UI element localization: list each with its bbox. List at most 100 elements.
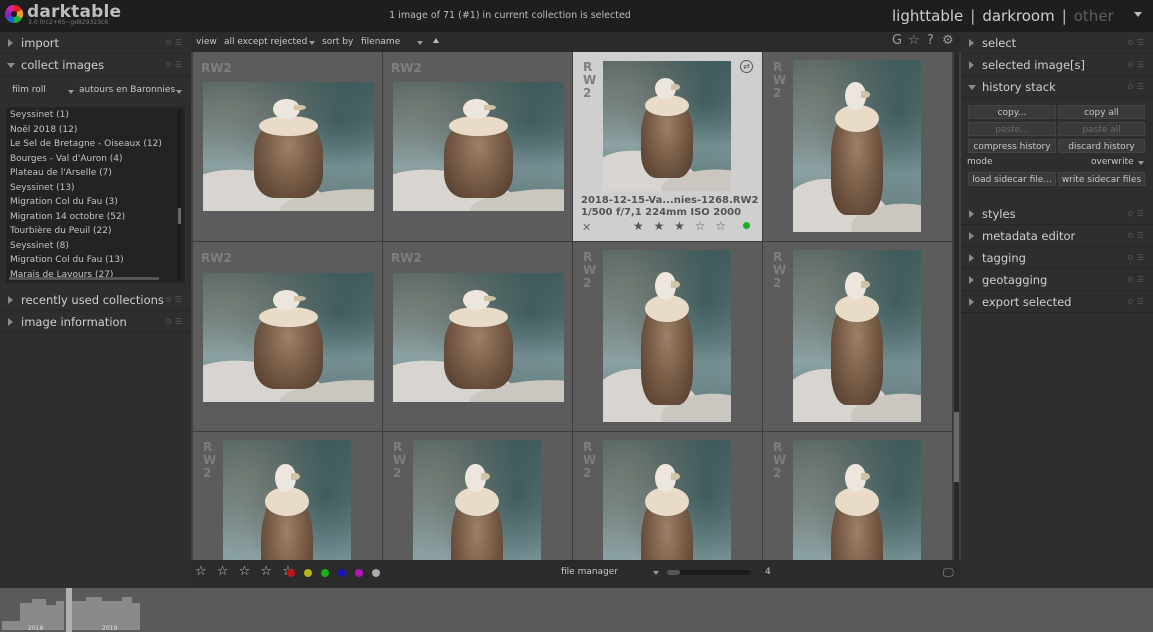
grouping-icon[interactable]: G (892, 33, 902, 48)
compress-history-button[interactable]: compress history (968, 139, 1056, 153)
module-presets-icon[interactable]: ⊙☰ (1127, 253, 1147, 262)
reject-icon[interactable]: ✕ (582, 221, 591, 234)
module-collect-images[interactable]: collect images ⊙☰ (0, 54, 191, 76)
view-separator: | (1061, 7, 1067, 25)
module-presets-icon[interactable]: ⊙☰ (1127, 275, 1147, 284)
grid-scrollbar-thumb[interactable] (954, 412, 959, 482)
thumbnail[interactable]: RW2 (193, 432, 382, 560)
list-scrollbar-thumb[interactable] (178, 208, 181, 224)
zoom-slider[interactable] (667, 570, 751, 575)
list-item[interactable]: Seyssinet (1) (7, 108, 184, 123)
preferences-gear-icon[interactable]: ⚙ (942, 33, 954, 48)
list-item[interactable]: Le Sel de Bretagne - Oiseaux (12) (7, 137, 184, 152)
module-presets-icon[interactable]: ⊙☰ (165, 317, 185, 326)
sort-combo[interactable]: filename (361, 37, 400, 47)
module-export-selected[interactable]: export selected ⊙☰ (961, 291, 1153, 313)
list-item[interactable]: Plateau de l'Arselle (7) (7, 166, 184, 181)
thumbnail-image (203, 273, 374, 402)
rating-filter-combo[interactable]: all except rejected (224, 37, 307, 47)
sort-order-arrow-icon[interactable] (433, 38, 439, 43)
list-item[interactable]: Bourges - Val d'Auron (4) (7, 152, 184, 167)
thumbnail[interactable]: RW2 (383, 242, 572, 431)
thumbnail[interactable]: RW2 (383, 432, 572, 560)
view-menu-arrow-icon[interactable] (1134, 12, 1142, 17)
module-presets-icon[interactable]: ⊙☰ (1127, 60, 1147, 69)
list-item[interactable]: Tourbière du Peuil (22) (7, 224, 184, 239)
module-import[interactable]: import ⊙☰ (0, 32, 191, 54)
thumbnail[interactable]: RW2 (763, 432, 952, 560)
expand-arrow-icon (969, 210, 974, 218)
list-item[interactable]: Noël 2018 (12) (7, 123, 184, 138)
module-presets-icon[interactable]: ⊙☰ (1127, 209, 1147, 218)
thumbnail[interactable]: RW2 (763, 242, 952, 431)
thumbnail-rating-stars[interactable]: ★ ★ ★ ☆ ☆ (633, 219, 729, 233)
mode-combo[interactable]: overwrite (1091, 157, 1134, 167)
view-darkroom[interactable]: darkroom (982, 7, 1054, 25)
module-selected-images[interactable]: selected image[s] ⊙☰ (961, 54, 1153, 76)
color-label-yellow[interactable] (304, 569, 312, 577)
display-profile-icon[interactable]: 🖵 (943, 566, 954, 580)
module-presets-icon[interactable]: ⊙☰ (165, 60, 185, 69)
view-lighttable[interactable]: lighttable (892, 7, 963, 25)
write-sidecar-button[interactable]: write sidecar files (1058, 172, 1145, 186)
module-presets-icon[interactable]: ⊙☰ (1127, 38, 1147, 47)
module-select[interactable]: select ⊙☰ (961, 32, 1153, 54)
module-geotagging[interactable]: geotagging ⊙☰ (961, 269, 1153, 291)
file-extension-label: RW2 (773, 60, 787, 100)
collection-rule-entry[interactable]: autours en Baronnies (79, 85, 185, 101)
color-label-red[interactable] (287, 569, 295, 577)
timeline[interactable]: 2018 2019 (0, 588, 1153, 632)
layout-combo[interactable]: file manager (561, 567, 618, 577)
rating-stars[interactable]: ☆ ☆ ☆ ☆ ☆ (195, 564, 297, 579)
module-presets-icon[interactable]: ⊙☰ (165, 38, 185, 47)
thumbnail[interactable]: RW2 (383, 52, 572, 241)
mode-label: mode (967, 157, 993, 167)
altered-icon[interactable]: ⇄ (740, 60, 753, 73)
view-other[interactable]: other (1074, 7, 1114, 25)
module-image-information[interactable]: image information ⊙☰ (0, 311, 191, 333)
copy-all-button[interactable]: copy all (1058, 105, 1145, 119)
expand-arrow-icon (969, 298, 974, 306)
darktable-window: darktable 3.0.0rc2+65~gd829323c6 1 image… (0, 0, 1153, 632)
color-label-purple[interactable] (355, 569, 363, 577)
paste-all-button[interactable]: paste all (1058, 122, 1145, 136)
thumbnail-image (223, 440, 351, 560)
paste-button[interactable]: paste... (968, 122, 1056, 136)
thumbnail[interactable]: RW2 (193, 52, 382, 241)
list-item[interactable]: Migration 14 octobre (52) (7, 210, 184, 225)
list-scrollbar[interactable] (178, 110, 181, 280)
list-item[interactable]: Seyssinet (8) (7, 239, 184, 254)
grid-scrollbar[interactable] (954, 52, 959, 560)
module-tagging[interactable]: tagging ⊙☰ (961, 247, 1153, 269)
module-presets-icon[interactable]: ⊙☰ (1127, 82, 1147, 91)
thumbnail[interactable]: RW2 (763, 52, 952, 241)
module-presets-icon[interactable]: ⊙☰ (1127, 297, 1147, 306)
overlay-star-icon[interactable]: ☆ (908, 33, 920, 48)
color-label-gray[interactable] (372, 569, 380, 577)
thumbnail-image (793, 60, 921, 232)
thumbnail[interactable]: RW2 2018-12-15-Va...nies-1268.RW2 1/500 f/… (573, 52, 762, 241)
module-styles[interactable]: styles ⊙☰ (961, 203, 1153, 225)
thumbnail[interactable]: RW2 (193, 242, 382, 431)
discard-history-button[interactable]: discard history (1058, 139, 1145, 153)
load-sidecar-button[interactable]: load sidecar file... (968, 172, 1056, 186)
collection-property-combo[interactable]: film roll (12, 85, 76, 101)
list-item[interactable]: Seyssinet (13) (7, 181, 184, 196)
thumbnail[interactable]: RW2 (573, 242, 762, 431)
entry-value: autours en Baronnies (79, 85, 176, 95)
module-metadata-editor[interactable]: metadata editor ⊙☰ (961, 225, 1153, 247)
expand-arrow-icon (969, 39, 974, 47)
color-label-green[interactable] (321, 569, 329, 577)
thumbnail[interactable]: RW2 (573, 432, 762, 560)
copy-button[interactable]: copy... (968, 105, 1056, 119)
module-history-stack[interactable]: history stack ⊙☰ (961, 76, 1153, 98)
color-label-blue[interactable] (338, 569, 346, 577)
list-horizontal-scrollbar[interactable] (9, 277, 159, 280)
module-recently-used[interactable]: recently used collections ⊙☰ (0, 289, 191, 311)
module-presets-icon[interactable]: ⊙☰ (1127, 231, 1147, 240)
list-item[interactable]: Migration Col du Fau (3) (7, 195, 184, 210)
columns-count[interactable]: 4 (765, 567, 771, 577)
list-item[interactable]: Migration Col du Fau (13) (7, 253, 184, 268)
help-icon[interactable]: ? (927, 33, 934, 48)
module-presets-icon[interactable]: ⊙☰ (165, 295, 185, 304)
